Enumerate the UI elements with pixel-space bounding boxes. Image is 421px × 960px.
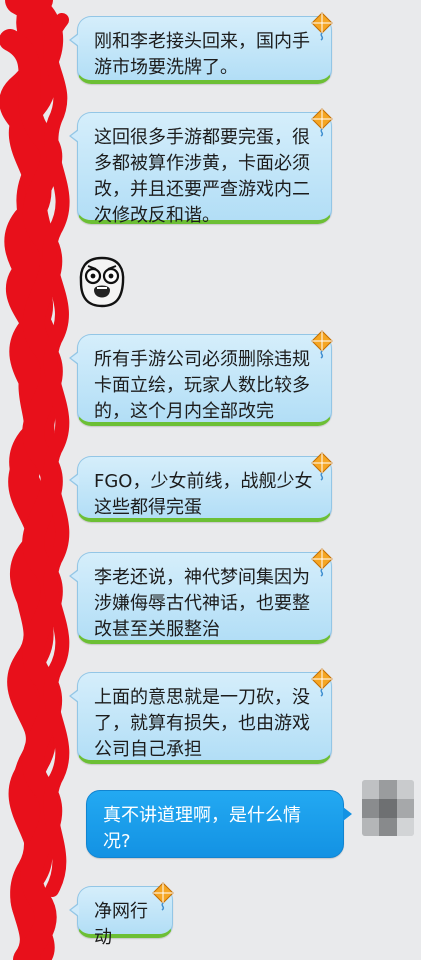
pixelated-avatar[interactable]	[362, 780, 414, 836]
message-text: 所有手游公司必须删除违规 卡面立绘，玩家人数比较多 的，这个月内全部改完	[94, 349, 310, 422]
kite-icon	[311, 330, 333, 359]
message-text: 上面的意思就是一刀砍，没 了，就算有损失，也由游戏 公司自己承担	[94, 687, 310, 760]
kite-icon	[311, 668, 333, 697]
outgoing-message-bubble[interactable]: 真不讲道理啊，是什么情 况?	[86, 790, 352, 858]
scared-face-sticker[interactable]	[76, 254, 128, 310]
kite-icon	[311, 548, 333, 577]
message-text: 李老还说，神代梦间集因为 涉嫌侮辱古代神话，也要整 改甚至关服整治	[94, 567, 310, 640]
message-text: 真不讲道理啊，是什么情 况?	[103, 805, 301, 852]
message-bubble[interactable]: 刚和李老接头回来，国内手 游市场要洗牌了。	[69, 12, 333, 84]
message-text: 净网行动	[94, 901, 148, 948]
kite-icon	[311, 12, 333, 41]
kite-icon	[152, 882, 174, 911]
message-bubble[interactable]: 上面的意思就是一刀砍，没 了，就算有损失，也由游戏 公司自己承担	[69, 668, 333, 764]
message-bubble[interactable]: 净网行动	[69, 882, 174, 948]
message-text: FGO，少女前线，战舰少女 这些都得完蛋	[94, 471, 313, 518]
message-bubble[interactable]: 所有手游公司必须删除违规 卡面立绘，玩家人数比较多 的，这个月内全部改完	[69, 330, 333, 426]
message-bubble[interactable]: 李老还说，神代梦间集因为 涉嫌侮辱古代神话，也要整 改甚至关服整治	[69, 548, 333, 644]
message-text: 刚和李老接头回来，国内手 游市场要洗牌了。	[94, 31, 310, 78]
message-text: 这回很多手游都要完蛋，很 多都被算作涉黄，卡面必须 改，并且还要严查游戏内二 次…	[94, 127, 310, 226]
message-bubble[interactable]: FGO，少女前线，战舰少女 这些都得完蛋	[69, 452, 333, 522]
message-bubble[interactable]: 这回很多手游都要完蛋，很 多都被算作涉黄，卡面必须 改，并且还要严查游戏内二 次…	[69, 108, 333, 226]
kite-icon	[311, 108, 333, 137]
redaction-scribble	[0, 0, 70, 960]
kite-icon	[311, 452, 333, 481]
